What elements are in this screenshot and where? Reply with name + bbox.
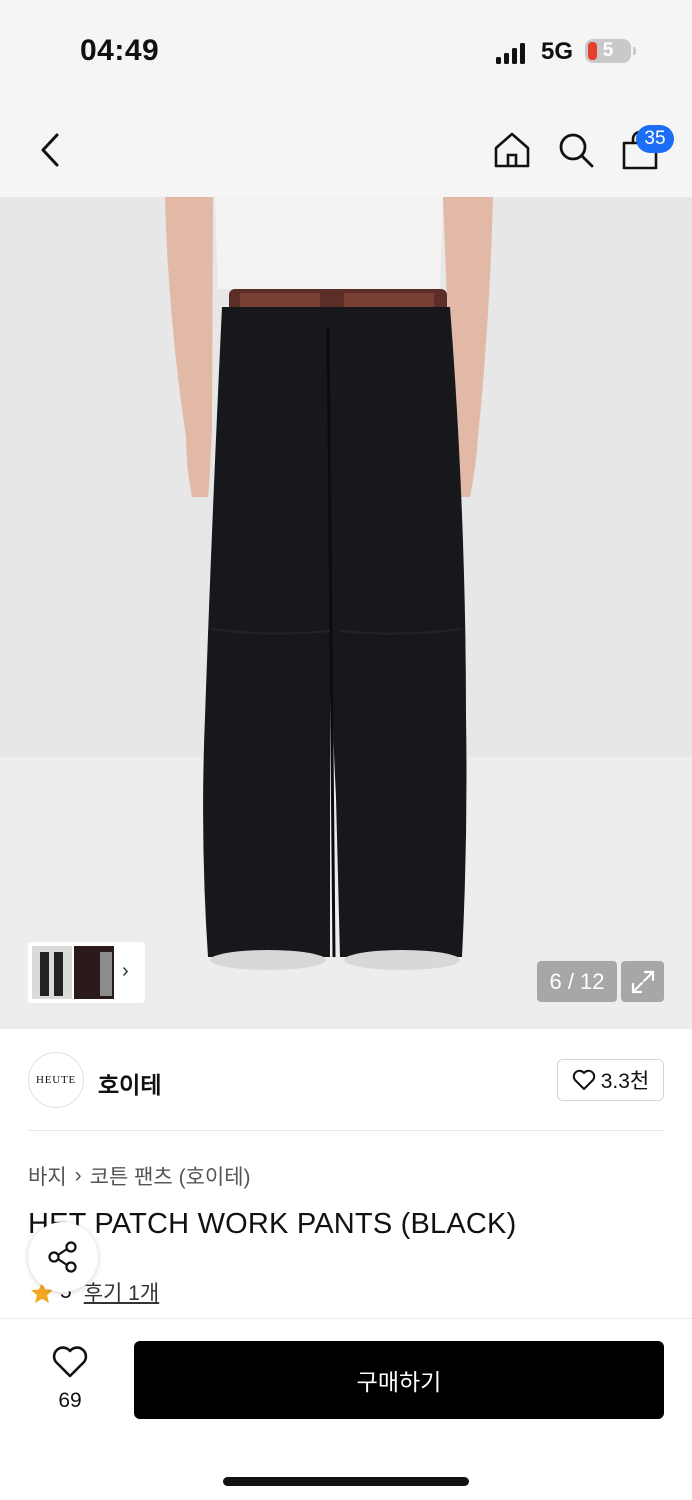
thumbnail-strip[interactable]: › bbox=[28, 942, 145, 1003]
reviews-link[interactable]: 후기 1개 bbox=[84, 1277, 159, 1307]
heart-icon bbox=[52, 1346, 88, 1378]
product-photo-pants bbox=[0, 197, 692, 1029]
battery-cap bbox=[633, 47, 636, 55]
cellular-signal-icon bbox=[496, 43, 525, 64]
wish-button[interactable]: 69 bbox=[40, 1343, 100, 1413]
expand-button[interactable] bbox=[621, 961, 664, 1002]
expand-arrows-icon bbox=[631, 970, 654, 993]
wish-count: 69 bbox=[58, 1389, 82, 1412]
brand-name[interactable]: 호이테 bbox=[98, 1066, 161, 1100]
thumbnail-image[interactable] bbox=[32, 946, 72, 999]
search-icon bbox=[559, 133, 594, 168]
image-counter: 6 / 12 bbox=[537, 961, 617, 1002]
product-title: HET PATCH WORK PANTS (BLACK) bbox=[28, 1208, 517, 1240]
breadcrumb-parent[interactable]: 바지 bbox=[28, 1161, 67, 1191]
buy-button[interactable]: 구매하기 bbox=[134, 1341, 664, 1419]
breadcrumb-current[interactable]: 코튼 팬츠 (호이테) bbox=[90, 1161, 251, 1191]
share-button[interactable] bbox=[28, 1222, 98, 1292]
brand-like-count: 3.3천 bbox=[600, 1070, 650, 1093]
brand-like-button[interactable]: 3.3천 bbox=[557, 1059, 664, 1101]
cart-count-badge: 35 bbox=[636, 125, 674, 153]
network-type: 5G bbox=[541, 38, 574, 65]
thumbnail-photo bbox=[74, 946, 114, 999]
home-indicator bbox=[223, 1477, 469, 1486]
battery-icon: 5 bbox=[585, 39, 631, 63]
back-button[interactable] bbox=[30, 128, 70, 172]
divider bbox=[28, 1130, 664, 1131]
home-icon bbox=[494, 132, 530, 168]
thumbnail-image[interactable] bbox=[74, 946, 114, 999]
share-icon bbox=[48, 1241, 77, 1273]
home-button[interactable] bbox=[490, 128, 534, 172]
chevron-right-icon[interactable]: › bbox=[122, 960, 129, 983]
status-time: 04:49 bbox=[80, 34, 160, 67]
brand-logo[interactable]: HEUTE bbox=[28, 1052, 84, 1108]
thumbnail-photo bbox=[40, 952, 63, 996]
battery-percent: 5 bbox=[602, 40, 614, 61]
heart-icon bbox=[572, 1069, 595, 1090]
breadcrumb-separator-icon: › bbox=[74, 1164, 82, 1187]
product-image[interactable] bbox=[0, 197, 692, 1029]
search-button[interactable] bbox=[555, 128, 597, 172]
back-arrow-icon bbox=[41, 133, 59, 167]
breadcrumb: 바지 › 코튼 팬츠 (호이테) bbox=[28, 1161, 251, 1191]
